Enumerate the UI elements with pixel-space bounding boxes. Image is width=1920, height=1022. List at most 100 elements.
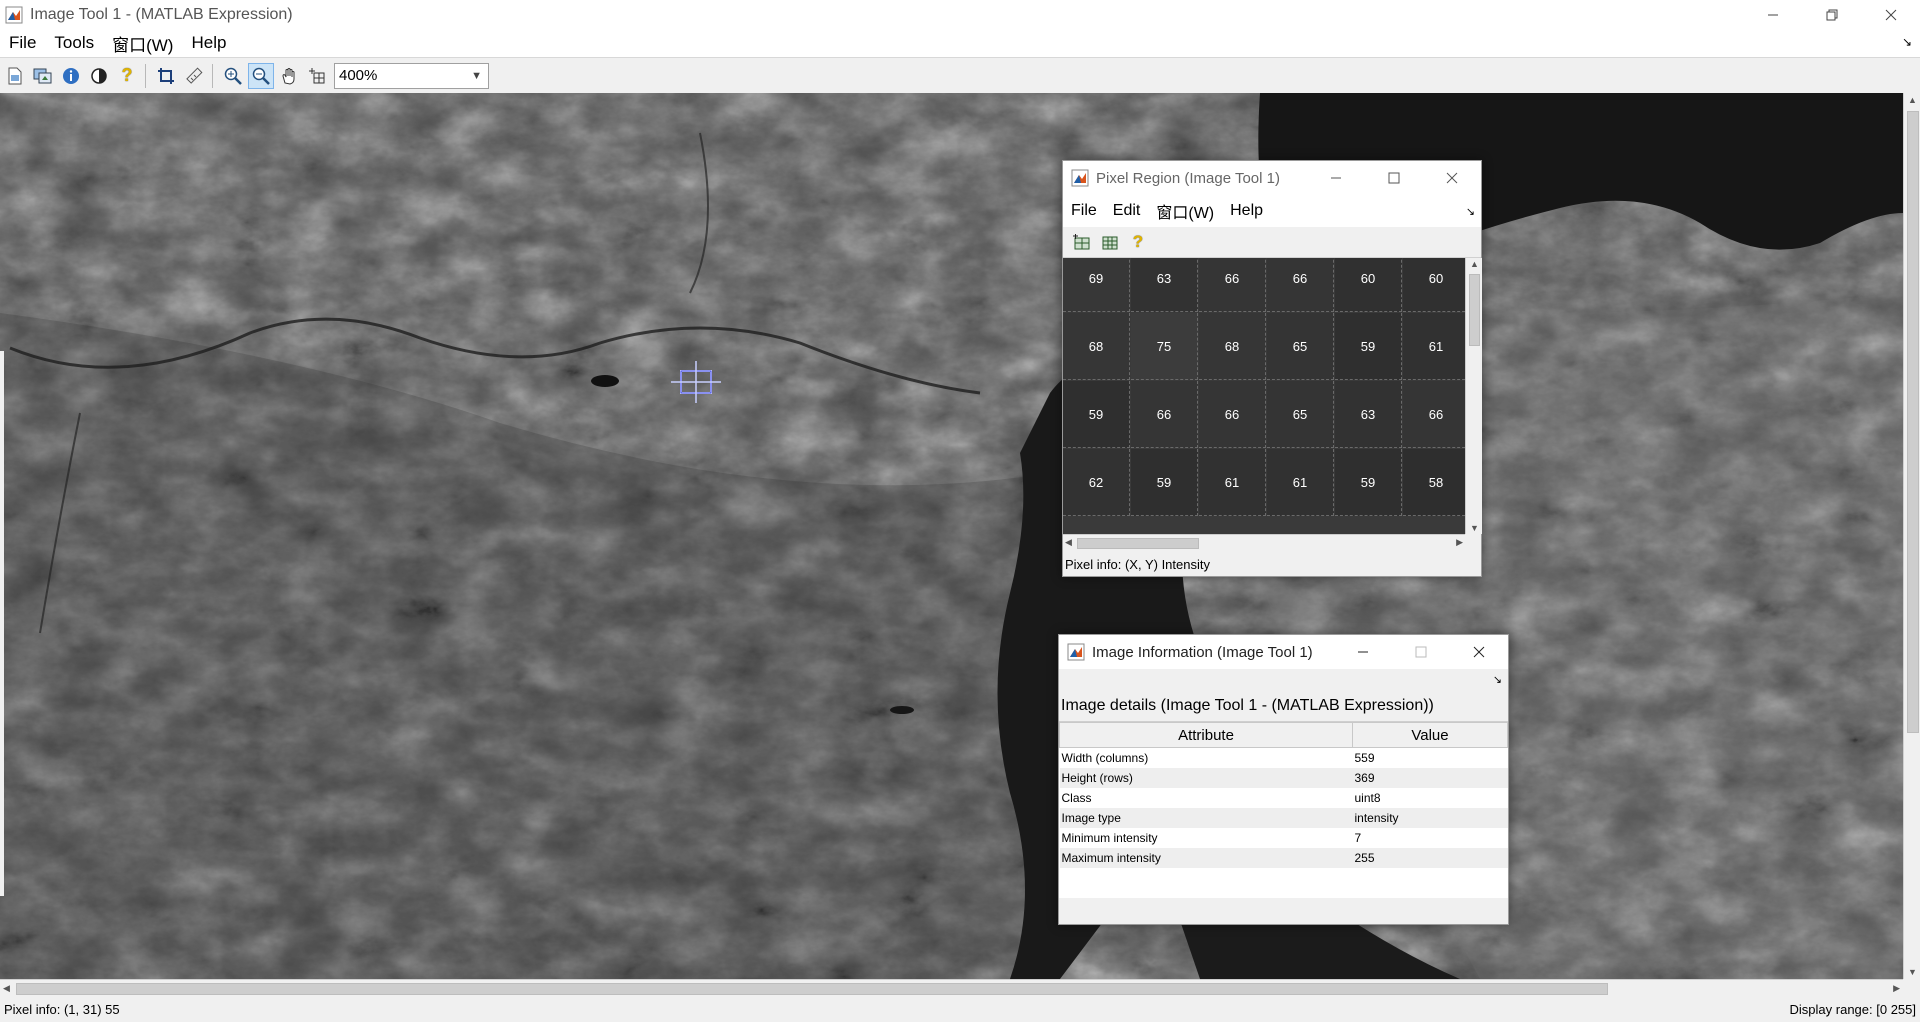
scroll-up-icon[interactable]: ▲ [1908, 95, 1917, 105]
measure-distance-icon [186, 67, 203, 84]
help-button[interactable]: ? [114, 63, 140, 89]
dock-arrow-icon[interactable]: ↘ [1466, 205, 1475, 218]
scrollbar-thumb[interactable] [16, 983, 1608, 995]
scroll-up-icon[interactable]: ▲ [1470, 259, 1479, 269]
pixel-value-grid[interactable]: 69 63 66 66 60 60 68 75 68 65 59 61 59 66 66 65 63 66 62 59… [1063, 258, 1465, 534]
table-row: Class uint8 [1060, 788, 1508, 808]
column-header-value[interactable]: Value [1352, 722, 1508, 748]
new-figure-button[interactable] [2, 63, 28, 89]
value-cell: 369 [1352, 768, 1508, 788]
minimize-button[interactable] [1334, 635, 1392, 669]
scroll-left-icon[interactable]: ◀ [3, 983, 10, 994]
column-header-attribute[interactable]: Attribute [1059, 722, 1353, 748]
attribute-cell: Maximum intensity [1059, 848, 1353, 868]
pixel-region-menubar: File Edit 窗口(W) Help ↘ [1063, 195, 1481, 227]
table-row: Height (rows) 369 [1059, 768, 1508, 788]
pixel-value-cell: 68 [1199, 313, 1266, 380]
toolbar-divider [145, 63, 146, 88]
dock-arrow-icon[interactable]: ↘ [1902, 35, 1912, 49]
pixel-value-cell: 69 [1063, 258, 1130, 312]
minimize-button[interactable] [1743, 0, 1802, 29]
crop-button[interactable] [153, 63, 179, 89]
scroll-right-icon[interactable]: ▶ [1893, 983, 1900, 994]
image-vertical-scrollbar[interactable]: ▲ ▼ [1903, 93, 1920, 979]
matlab-logo-icon [1071, 169, 1089, 187]
pixel-region-icon [309, 67, 325, 83]
pixel-region-horizontal-scrollbar[interactable]: ◀ ▶ [1063, 534, 1465, 551]
pixel-value-cell: 59 [1131, 449, 1198, 516]
image-display-area[interactable] [0, 93, 1903, 979]
pixel-value-cell: 59 [1335, 313, 1402, 380]
scroll-down-icon[interactable]: ▼ [1908, 967, 1917, 977]
scroll-left-icon[interactable]: ◀ [1065, 537, 1072, 548]
pixel-region-title: Pixel Region (Image Tool 1) [1096, 169, 1280, 187]
help-icon: ? [121, 65, 133, 85]
menu-file[interactable]: File [0, 33, 45, 53]
pixel-region-window: Pixel Region (Image Tool 1) File Edit 窗口… [1062, 160, 1482, 577]
scroll-right-icon[interactable]: ▶ [1456, 537, 1463, 548]
image-attributes-table: Attribute Value Width (columns) 559 Height… [1059, 722, 1508, 868]
pan-hand-icon [282, 67, 295, 85]
menu-edit[interactable]: Edit [1105, 202, 1149, 220]
menu-file[interactable]: File [1063, 202, 1105, 220]
adjust-contrast-button[interactable] [86, 63, 112, 89]
close-button[interactable] [1450, 635, 1508, 669]
zoom-out-button[interactable] [248, 62, 274, 89]
pixel-value-cell: 61 [1403, 313, 1465, 380]
minimize-button[interactable] [1307, 161, 1365, 195]
scrollbar-thumb[interactable] [1077, 538, 1199, 549]
close-icon [1473, 646, 1485, 658]
pixel-info-text: Pixel info: (1, 31) 55 [4, 1002, 120, 1017]
menu-help[interactable]: Help [182, 33, 235, 53]
dock-arrow-icon[interactable]: ↘ [1493, 673, 1502, 686]
magnification-dropdown[interactable]: 400% ▼ [334, 62, 489, 89]
maximize-icon [1388, 172, 1400, 184]
image-info-button[interactable] [58, 63, 84, 89]
pixel-region-status: Pixel info: (X, Y) Intensity [1065, 556, 1210, 572]
menu-window[interactable]: 窗口(W) [1148, 199, 1222, 223]
close-button[interactable] [1861, 0, 1920, 29]
pixel-region-button[interactable] [304, 63, 330, 89]
table-row: Width (columns) 559 [1060, 748, 1508, 769]
image-horizontal-scrollbar[interactable]: ◀ ▶ [0, 979, 1903, 997]
image-info-icon [63, 67, 79, 84]
minimize-icon [1358, 651, 1368, 653]
value-cell: 255 [1352, 848, 1508, 868]
table-view-button[interactable] [1097, 229, 1123, 255]
table-row: Minimum intensity 7 [1060, 828, 1508, 848]
value-cell: 559 [1354, 751, 1375, 765]
maximize-icon [1415, 646, 1427, 658]
pixel-value-cell: 65 [1267, 313, 1334, 380]
value-cell: 7 [1354, 831, 1362, 845]
pixel-value-cell: 63 [1335, 381, 1402, 448]
scrollbar-thumb[interactable] [1907, 111, 1919, 733]
scrollbar-thumb[interactable] [1469, 274, 1480, 346]
pixel-region-titlebar: Pixel Region (Image Tool 1) [1063, 161, 1481, 195]
menu-tools[interactable]: Tools [45, 33, 103, 53]
menu-help[interactable]: Help [1222, 202, 1271, 220]
measure-distance-button[interactable] [181, 63, 207, 89]
restore-button[interactable] [1802, 0, 1861, 29]
pixel-value-cell: 66 [1199, 258, 1266, 312]
attribute-cell: Minimum intensity [1061, 831, 1158, 845]
attribute-cell: Class [1061, 791, 1092, 805]
close-icon [1446, 172, 1458, 184]
superimpose-pixel-info-button[interactable] [1069, 229, 1095, 255]
pixel-value-cell: 61 [1267, 449, 1334, 516]
pan-button[interactable] [276, 63, 302, 89]
close-button[interactable] [1423, 161, 1481, 195]
maximize-button[interactable] [1365, 161, 1423, 195]
value-cell: uint8 [1354, 791, 1381, 805]
pixel-value-cell: 66 [1403, 381, 1465, 448]
new-figure-icon [8, 67, 22, 84]
magnification-value: 400% [339, 67, 378, 84]
image-info-titlebar: Image Information (Image Tool 1) [1059, 635, 1508, 669]
pixel-region-vertical-scrollbar[interactable]: ▲ ▼ [1465, 258, 1482, 534]
help-button[interactable]: ? [1125, 229, 1151, 255]
export-button[interactable] [30, 63, 56, 89]
zoom-in-button[interactable] [220, 63, 246, 89]
window-title: Image Tool 1 - (MATLAB Expression) [30, 5, 293, 23]
scroll-down-icon[interactable]: ▼ [1470, 523, 1479, 533]
pixel-value-cell: 60 [1403, 258, 1465, 312]
menu-window[interactable]: 窗口(W) [103, 31, 182, 56]
